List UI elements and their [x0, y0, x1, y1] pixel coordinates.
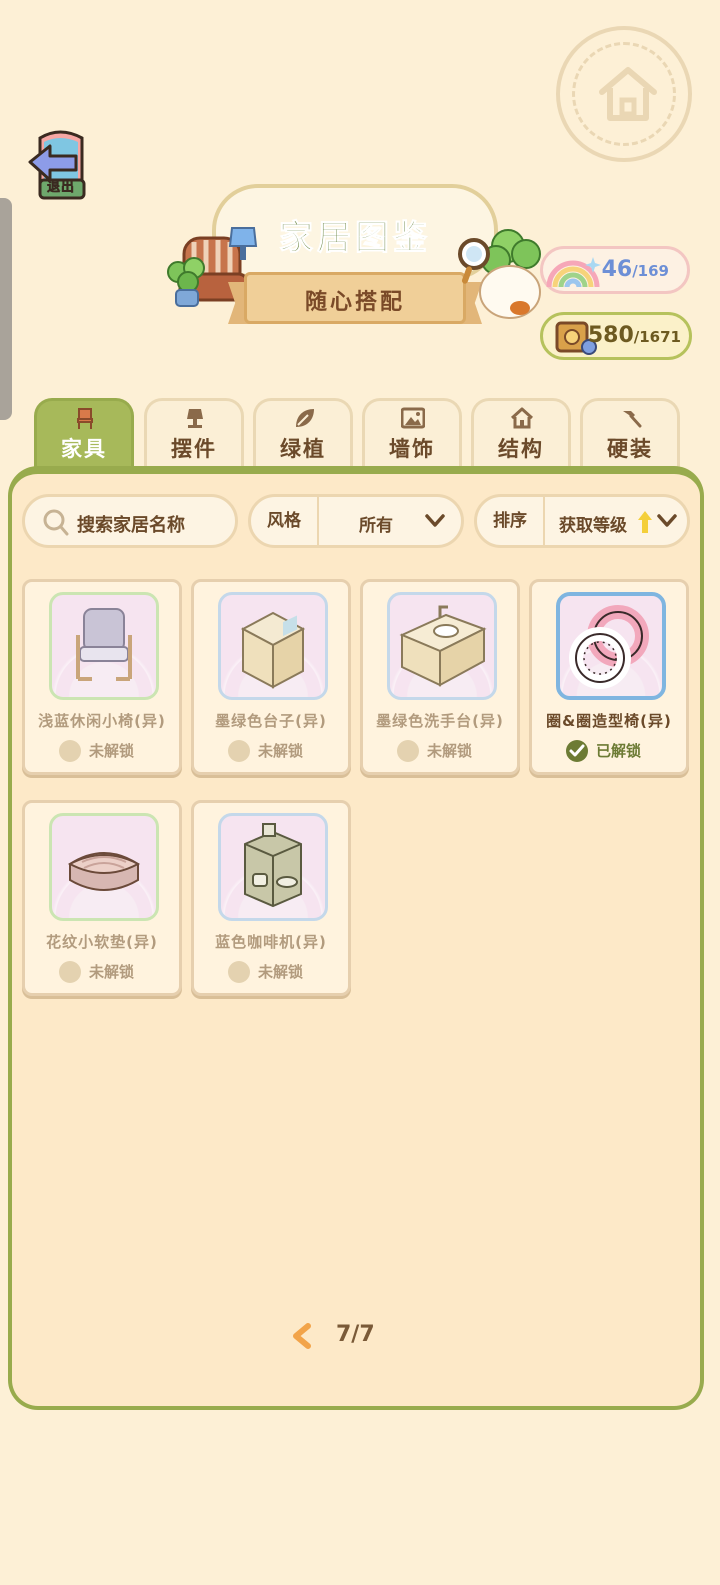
- exit-button[interactable]: 退出: [26, 128, 96, 202]
- item-name: 墨绿色台子(异): [215, 712, 327, 730]
- home-icon: [599, 67, 657, 121]
- item-name: 花纹小软垫(异): [46, 933, 158, 951]
- status-text: 未解锁: [427, 742, 473, 760]
- furniture-card[interactable]: 圈&圈造型椅(异) 已解锁: [529, 579, 689, 775]
- hammer-icon: [623, 411, 642, 428]
- chevron-down-icon: [425, 514, 445, 527]
- item-thumbnail: [387, 592, 497, 700]
- cushion-item-icon: [67, 852, 141, 891]
- search-input[interactable]: 搜索家居名称: [22, 494, 238, 548]
- item-name: 浅蓝休闲小椅(异): [38, 712, 166, 730]
- chair-item-icon: [76, 608, 132, 681]
- sink-item-icon: [399, 605, 487, 687]
- plant-decoration: [164, 256, 210, 316]
- lamp-icon: [187, 409, 203, 428]
- picture-icon: [401, 407, 425, 429]
- chevron-left-icon: [293, 1323, 311, 1349]
- tab-label: 结构: [498, 437, 544, 461]
- coin-count: 580: [587, 323, 634, 348]
- item-thumbnail: [218, 813, 328, 921]
- ring-chair-item-icon: [569, 605, 649, 689]
- chevron-down-icon: [657, 514, 677, 527]
- furniture-card[interactable]: 蓝色咖啡机(异) 未解锁: [191, 800, 351, 996]
- tab-furniture[interactable]: 家具: [34, 398, 134, 468]
- table-item-icon: [240, 611, 306, 689]
- sort-label: 排序: [477, 497, 545, 545]
- tab-label: 硬装: [607, 437, 653, 461]
- tab-structure[interactable]: 结构: [471, 398, 571, 468]
- chair-icon: [77, 408, 93, 429]
- item-name: 墨绿色洗手台(异): [376, 712, 504, 730]
- style-filter-value: 所有: [359, 516, 393, 536]
- locked-dot-icon: [59, 740, 81, 762]
- item-thumbnail: [218, 592, 328, 700]
- status-text: 未解锁: [258, 963, 304, 981]
- previous-page-button[interactable]: [290, 1322, 314, 1354]
- item-name: 蓝色咖啡机(异): [215, 933, 327, 951]
- tab-hardcover[interactable]: 硬装: [580, 398, 680, 468]
- tab-label: 墙饰: [389, 437, 435, 461]
- status-text: 未解锁: [258, 742, 304, 760]
- side-drawer-handle[interactable]: [0, 198, 12, 420]
- rainbow-count: 46: [601, 257, 633, 282]
- locked-dot-icon: [397, 740, 419, 762]
- rainbow-total: /169: [632, 262, 669, 280]
- tab-ornaments[interactable]: 摆件: [144, 398, 244, 468]
- sort-ascending-arrow-icon: [638, 511, 652, 533]
- coffee-machine-item-icon: [244, 823, 302, 908]
- furniture-card[interactable]: 墨绿色洗手台(异) 未解锁: [360, 579, 520, 775]
- leaf-icon: [296, 409, 314, 427]
- status-text: 未解锁: [89, 742, 135, 760]
- style-filter-label: 风格: [251, 497, 319, 545]
- coin-counter[interactable]: 580/1671: [540, 312, 692, 360]
- item-thumbnail: [556, 592, 666, 700]
- search-icon: [43, 509, 69, 536]
- status-text: 已解锁: [596, 742, 642, 760]
- coin-total: /1671: [633, 328, 681, 346]
- furniture-card[interactable]: 浅蓝休闲小椅(异) 未解锁: [22, 579, 182, 775]
- furniture-card[interactable]: 墨绿色台子(异) 未解锁: [191, 579, 351, 775]
- exit-label: 退出: [46, 180, 75, 196]
- furniture-card[interactable]: 花纹小软垫(异) 未解锁: [22, 800, 182, 996]
- clover-mascot-decoration: [456, 222, 546, 326]
- tab-label: 家具: [61, 437, 107, 461]
- locked-dot-icon: [59, 961, 81, 983]
- style-filter-dropdown[interactable]: 风格 所有: [248, 494, 464, 548]
- rainbow-counter[interactable]: 46/169: [540, 246, 690, 294]
- item-thumbnail: [49, 592, 159, 700]
- rainbow-icon: [546, 257, 601, 288]
- page-indicator: 7/7: [336, 1322, 375, 1347]
- sort-dropdown[interactable]: 排序 获取等级: [474, 494, 690, 548]
- item-thumbnail: [49, 813, 159, 921]
- tab-label: 绿植: [280, 437, 326, 461]
- page-subtitle: 随心搭配: [304, 290, 405, 315]
- locked-dot-icon: [228, 961, 250, 983]
- sort-value: 获取等级: [559, 516, 627, 536]
- check-icon: [566, 740, 588, 762]
- status-text: 未解锁: [89, 963, 135, 981]
- house-icon: [510, 407, 534, 429]
- tab-wall-decor[interactable]: 墙饰: [362, 398, 462, 468]
- tab-label: 摆件: [171, 437, 217, 461]
- home-button[interactable]: [556, 26, 692, 162]
- search-placeholder: 搜索家居名称: [77, 515, 185, 536]
- tab-plants[interactable]: 绿植: [253, 398, 353, 468]
- locked-dot-icon: [228, 740, 250, 762]
- item-name: 圈&圈造型椅(异): [546, 712, 672, 730]
